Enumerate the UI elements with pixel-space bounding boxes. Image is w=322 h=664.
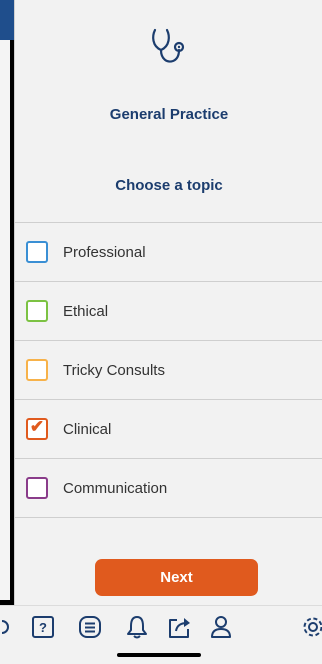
home-indicator[interactable] xyxy=(117,653,201,657)
topic-row-clinical[interactable]: ✔ Clinical xyxy=(15,400,322,459)
checkbox-ethical[interactable] xyxy=(26,300,48,322)
checkbox-communication[interactable] xyxy=(26,477,48,499)
check-icon: ✔ xyxy=(29,417,45,436)
question-icon[interactable]: ? xyxy=(30,614,56,640)
topic-row-tricky-consults[interactable]: Tricky Consults xyxy=(15,341,322,400)
topic-sheet: General Practice Choose a topic Professi… xyxy=(14,0,322,605)
background-panel xyxy=(0,40,10,600)
background-header xyxy=(0,0,14,40)
user-icon[interactable] xyxy=(208,614,234,640)
app-title: General Practice xyxy=(109,106,229,123)
topic-label: Communication xyxy=(63,479,168,497)
topic-label: Clinical xyxy=(63,420,112,438)
settings-icon[interactable] xyxy=(300,614,322,640)
checkbox-professional[interactable] xyxy=(26,241,48,263)
topic-row-professional[interactable]: Professional xyxy=(15,223,322,282)
next-button[interactable]: Next xyxy=(95,559,258,596)
svg-text:?: ? xyxy=(39,620,47,635)
topic-row-communication[interactable]: Communication xyxy=(15,459,322,518)
bell-icon[interactable] xyxy=(124,614,150,640)
topic-label: Ethical xyxy=(63,302,109,320)
topic-list: Professional Ethical Tricky Consults ✔ C… xyxy=(15,222,322,518)
topic-label: Professional xyxy=(63,243,146,261)
choose-topic-heading: Choose a topic xyxy=(115,177,223,194)
list-icon[interactable] xyxy=(77,614,103,640)
stethoscope-icon xyxy=(149,26,189,66)
checkbox-clinical[interactable]: ✔ xyxy=(26,417,48,440)
share-icon[interactable] xyxy=(167,614,193,640)
checkbox-tricky-consults[interactable] xyxy=(26,359,48,381)
topic-row-ethical[interactable]: Ethical xyxy=(15,282,322,341)
background-app xyxy=(0,0,14,663)
topic-label: Tricky Consults xyxy=(63,361,165,379)
partial-icon xyxy=(2,614,12,640)
